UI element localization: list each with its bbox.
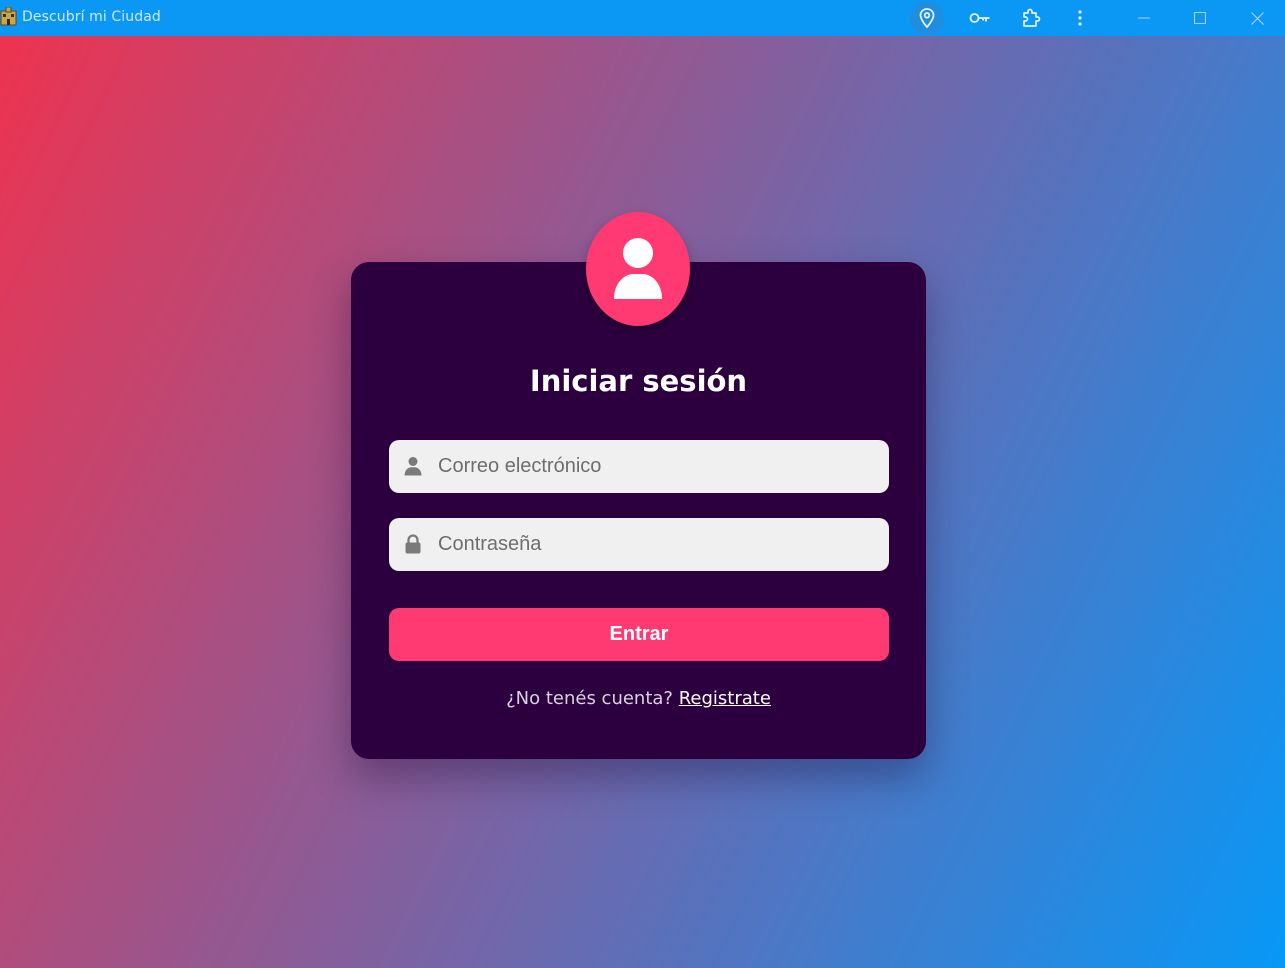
password-field[interactable]: [389, 518, 889, 571]
maximize-icon: [1194, 12, 1206, 24]
location-extension-button[interactable]: [910, 0, 944, 36]
key-icon: [969, 13, 990, 23]
close-button[interactable]: [1238, 0, 1276, 36]
register-prompt-text: ¿No tenés cuenta?: [506, 688, 673, 709]
minimize-icon: [1138, 17, 1150, 19]
location-pin-icon: [919, 8, 935, 28]
email-field[interactable]: [389, 440, 889, 493]
user-icon: [614, 238, 662, 299]
close-icon: [1250, 11, 1264, 25]
maximize-button[interactable]: [1181, 0, 1219, 36]
login-title: Iniciar sesión: [529, 364, 748, 398]
register-link[interactable]: Registrate: [679, 688, 771, 709]
password-input[interactable]: [438, 518, 878, 571]
email-input[interactable]: [438, 440, 878, 493]
minimize-button[interactable]: [1125, 0, 1163, 36]
register-prompt: ¿No tenés cuenta? Registrate: [351, 688, 926, 709]
login-card: [351, 262, 926, 759]
user-icon: [404, 457, 422, 476]
passwords-button[interactable]: [965, 0, 995, 36]
window-title: Descubrí mi Ciudad: [22, 9, 161, 25]
avatar: [586, 212, 690, 326]
login-submit-button[interactable]: Entrar: [389, 608, 889, 661]
more-vertical-icon: [1078, 10, 1082, 26]
app-icon: [0, 6, 17, 26]
window-titlebar: Descubrí mi Ciudad: [0, 0, 1285, 36]
extensions-button[interactable]: [1016, 0, 1046, 36]
puzzle-icon: [1023, 8, 1041, 27]
lock-icon: [405, 534, 421, 554]
more-options-button[interactable]: [1068, 0, 1092, 36]
